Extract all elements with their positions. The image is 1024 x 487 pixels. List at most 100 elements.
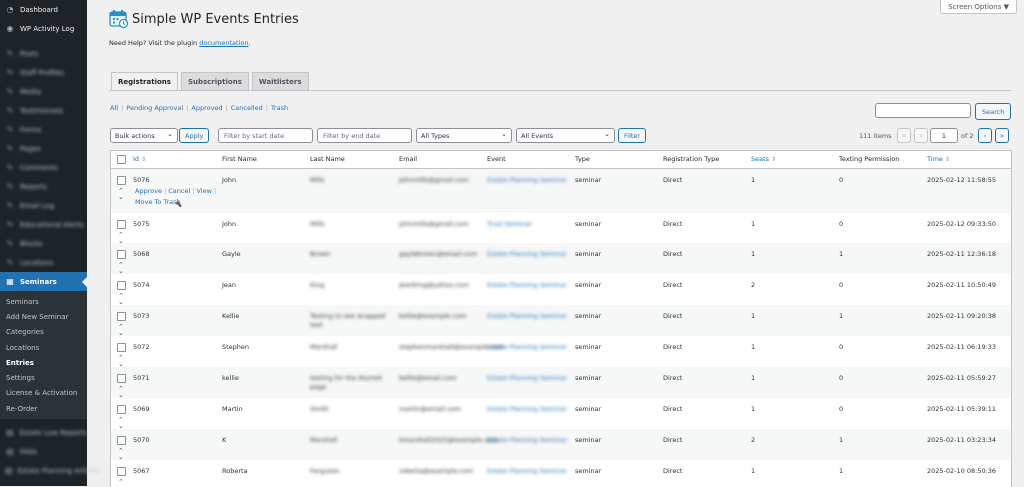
submenu-item-re-order[interactable]: Re-Order	[0, 401, 87, 416]
cell-event[interactable]: Estate Planning Seminar	[487, 467, 567, 475]
select-all-checkbox[interactable]	[117, 155, 126, 164]
row-checkbox[interactable]	[117, 176, 126, 185]
documentation-link[interactable]: documentation	[199, 39, 248, 47]
start-date-input[interactable]: Filter by start date	[218, 128, 313, 143]
approve-link[interactable]: Approve	[135, 187, 162, 195]
sidebar-item-blurred[interactable]: ✎ Comments	[0, 158, 87, 177]
sidebar-item-blurred[interactable]: ▤ Estate Planning Articles	[0, 461, 100, 480]
status-link-approved[interactable]: Approved	[191, 104, 222, 112]
cell-reg-type: Direct	[663, 176, 683, 184]
status-link-cancelled[interactable]: Cancelled	[231, 104, 263, 112]
cell-event[interactable]: Trust Seminar	[487, 220, 532, 228]
expand-toggle-icon[interactable]: ⌃⌄	[118, 293, 124, 306]
tab-registrations[interactable]: Registrations	[111, 72, 178, 91]
column-seats[interactable]: Seats ⇕	[751, 155, 776, 163]
sidebar-item-blurred[interactable]: ✎ Staff Profiles	[0, 63, 87, 82]
entries-tabs: Registrations Subscriptions Waitlisters	[111, 72, 312, 91]
row-checkbox[interactable]	[117, 250, 126, 259]
sidebar-item-blurred[interactable]: ✎ Reports	[0, 177, 87, 196]
status-link-all[interactable]: All	[110, 104, 118, 112]
sidebar-item-wp-activity-log[interactable]: ◉ WP Activity Log	[0, 19, 87, 38]
sidebar-item-blurred[interactable]: ✎ Pages	[0, 139, 87, 158]
cell-event[interactable]: Estate Planning Seminar	[487, 436, 567, 444]
cell-event[interactable]: Estate Planning Seminar	[487, 281, 567, 289]
view-link[interactable]: View	[197, 187, 212, 195]
row-checkbox[interactable]	[117, 220, 126, 229]
sidebar-item-blurred[interactable]: ✎ Educational Alerts	[0, 215, 87, 234]
cell-event[interactable]: Estate Planning Seminar	[487, 374, 567, 382]
cell-texting: 1	[839, 436, 844, 444]
screen-options-button[interactable]: Screen Options ▼	[940, 0, 1017, 14]
move-to-trash-link[interactable]: Move To Trash	[135, 198, 181, 206]
submenu-item-categories[interactable]: Categories	[0, 325, 87, 340]
expand-toggle-icon[interactable]: ⌃⌄	[118, 386, 124, 399]
cell-time: 2025-02-10 08:50:36	[927, 467, 997, 475]
prev-page-button[interactable]: ‹	[914, 128, 928, 143]
sidebar-item-blurred[interactable]: ✎ Testimonials	[0, 101, 87, 120]
sidebar-item-blurred[interactable]: ✎ Email Log	[0, 196, 87, 215]
expand-toggle-icon[interactable]: ⌃⌄	[118, 262, 124, 275]
sidebar-item-blurred[interactable]: ✎ Forms	[0, 120, 87, 139]
sidebar-item-blurred[interactable]: ▤ FAQs	[0, 442, 87, 461]
tabs-divider	[109, 90, 1011, 91]
sidebar-item-blurred[interactable]: ✎ Media	[0, 82, 87, 101]
row-checkbox[interactable]	[117, 312, 126, 321]
row-checkbox[interactable]	[117, 374, 126, 383]
row-checkbox[interactable]	[117, 436, 126, 445]
search-input[interactable]	[875, 103, 971, 118]
cell-seats: 2	[751, 436, 756, 444]
expand-toggle-icon[interactable]: ⌃⌄	[118, 324, 124, 337]
search-button[interactable]: Search	[975, 103, 1012, 120]
column-id[interactable]: Id ⇕	[133, 155, 146, 163]
status-link-pending-approval[interactable]: Pending Approval	[126, 104, 183, 112]
submenu-item-locations[interactable]: Locations	[0, 340, 87, 355]
tablenav-top: Bulk actions ⌄ Apply Filter by start date…	[110, 128, 1020, 143]
cell-event[interactable]: Estate Planning Seminar	[487, 250, 567, 258]
column-time[interactable]: Time ⇕	[927, 155, 950, 163]
cell-event[interactable]: Estate Planning Seminar	[487, 176, 567, 184]
cell-seats: 2	[751, 281, 756, 289]
sidebar-item-seminars[interactable]: ▦ Seminars	[0, 272, 87, 291]
tab-waitlisters[interactable]: Waitlisters	[251, 72, 309, 90]
cell-event[interactable]: Estate Planning Seminar	[487, 405, 567, 413]
next-page-button[interactable]: ›	[978, 128, 992, 143]
sidebar-item-blurred[interactable]: ✎ Posts	[0, 44, 87, 63]
expand-toggle-icon[interactable]: ⌃⌄	[118, 188, 124, 201]
cell-type: seminar	[575, 374, 602, 382]
apply-button[interactable]: Apply	[179, 128, 210, 143]
status-link-trash[interactable]: Trash	[271, 104, 288, 112]
sidebar-item-blurred[interactable]: ✎ Locations	[0, 253, 87, 272]
cancel-link[interactable]: Cancel	[168, 187, 190, 195]
row-checkbox[interactable]	[117, 343, 126, 352]
last-page-button[interactable]: »	[995, 128, 1009, 143]
row-checkbox[interactable]	[117, 467, 126, 476]
sidebar-item-blurred[interactable]: ▤ Estate Law Reports	[0, 423, 87, 442]
sidebar-item-blurred[interactable]: ✎ Blocks	[0, 234, 87, 253]
filter-button[interactable]: Filter	[618, 128, 647, 143]
tab-subscriptions[interactable]: Subscriptions	[180, 72, 249, 90]
first-page-button[interactable]: «	[897, 128, 911, 143]
submenu-item-settings[interactable]: Settings	[0, 370, 87, 385]
types-select[interactable]: All Types ⌄	[416, 128, 512, 143]
end-date-input[interactable]: Filter by end date	[317, 128, 412, 143]
cell-event[interactable]: Estate Planning Seminar	[487, 312, 567, 320]
submenu-item-license-activation[interactable]: License & Activation	[0, 386, 87, 401]
row-checkbox[interactable]	[117, 405, 126, 414]
menu-icon: ✎	[6, 125, 14, 134]
submenu-item-seminars[interactable]: Seminars	[0, 294, 87, 309]
current-page-input[interactable]: 1	[930, 128, 958, 143]
expand-toggle-icon[interactable]: ⌃⌄	[118, 448, 124, 461]
bulk-actions-select[interactable]: Bulk actions ⌄	[110, 128, 178, 143]
table-header: Id ⇕ First Name Last Name Email Event Typ…	[111, 151, 1011, 169]
cell-event[interactable]: Estate Planning Seminar	[487, 343, 567, 351]
events-select[interactable]: All Events ⌄	[516, 128, 615, 143]
submenu-item-entries[interactable]: Entries	[0, 355, 87, 370]
sidebar-item-dashboard[interactable]: ◔ Dashboard	[0, 0, 87, 19]
submenu-item-add-new-seminar[interactable]: Add New Seminar	[0, 309, 87, 324]
row-checkbox[interactable]	[117, 281, 126, 290]
cell-seats: 1	[751, 220, 756, 228]
expand-toggle-icon[interactable]: ⌃⌄	[118, 417, 124, 430]
menu-icon: ▤	[5, 466, 13, 476]
expand-toggle-icon[interactable]: ⌃⌄	[118, 355, 124, 368]
column-last-name: Last Name	[310, 155, 345, 163]
